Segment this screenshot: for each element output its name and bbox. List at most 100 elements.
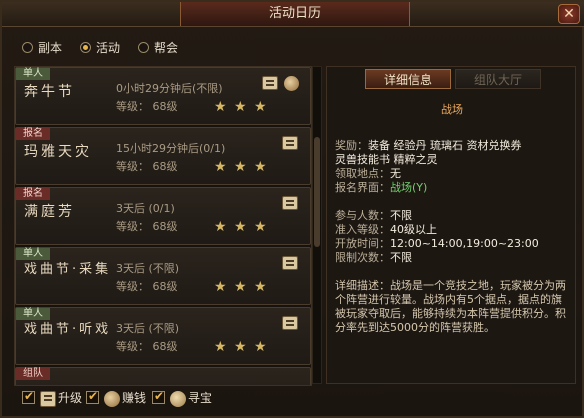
- activity-name: 玛雅天灾: [24, 144, 92, 160]
- checkbox-label: 升级: [58, 391, 83, 405]
- upgrade-icon: [282, 256, 298, 270]
- star-icon: ★: [234, 339, 247, 355]
- activity-item[interactable]: 单人 戏曲节·采集 3天后 (不限) 等级： 68级 ★ ★ ★: [15, 247, 311, 305]
- activity-name: 戏曲节·听戏: [24, 322, 112, 337]
- activity-item[interactable]: 报名 玛雅天灾 15小时29分钟后(0/1) 等级： 68级 ★ ★ ★: [15, 127, 311, 185]
- star-icon: ★: [254, 219, 267, 235]
- limit-label: 限制次数：: [335, 251, 390, 264]
- star-icon: ★: [214, 339, 227, 355]
- level-req-row: 准入等级：40级以上: [335, 223, 437, 236]
- rewards-value: 装备 经验丹 琉璃石 资材兑换券: [368, 139, 522, 152]
- upgrade-icon: [282, 196, 298, 210]
- rewards-row-2: 灵兽技能书 精粹之灵: [335, 153, 438, 166]
- radio-label: 活动: [96, 41, 121, 55]
- limit-row: 限制次数：不限: [335, 251, 412, 264]
- difficulty-stars: ★ ★ ★: [214, 216, 274, 234]
- detail-title: 战场: [441, 103, 463, 116]
- activity-list: 单人 奔牛节 0小时29分钟后(不限) 等级： 68级 ★ ★ ★ 报名 玛雅天灾 …: [14, 66, 312, 386]
- window-title: 活动日历: [180, 2, 410, 26]
- activity-time: 15小时29分钟后(0/1): [116, 142, 226, 155]
- star-icon: ★: [254, 99, 267, 115]
- level-label: 准入等级：: [335, 223, 390, 236]
- location-row: 领取地点：无: [335, 167, 401, 180]
- star-icon: ★: [254, 159, 267, 175]
- list-scrollbar[interactable]: [312, 66, 322, 384]
- activity-tag: 报名: [16, 128, 50, 140]
- treasure-icon: [170, 391, 186, 407]
- money-bag-icon: [284, 76, 299, 91]
- activity-calendar-window: 活动日历 ✕ 副本 活动 帮会 单人 奔牛节 0小时29分钟后(不限) 等级： …: [0, 0, 584, 418]
- radio-dot: [80, 42, 91, 53]
- participants-label: 参与人数：: [335, 209, 390, 222]
- activity-item[interactable]: 组队: [15, 367, 311, 385]
- radio-dot: [138, 42, 149, 53]
- radio-dot: [22, 42, 33, 53]
- activity-tag: 组队: [16, 368, 50, 380]
- activity-item[interactable]: 报名 满庭芳 3天后 (0/1) 等级： 68级 ★ ★ ★: [15, 187, 311, 245]
- radio-label: 副本: [38, 41, 63, 55]
- rewards-value-2: 灵兽技能书 精粹之灵: [335, 153, 438, 166]
- signup-row: 报名界面：战场(Y): [335, 181, 427, 194]
- activity-level: 等级： 68级: [116, 280, 178, 293]
- activity-name: 满庭芳: [24, 204, 75, 220]
- star-icon: ★: [234, 279, 247, 295]
- open-time-value: 12:00~14:00,19:00~23:00: [390, 237, 539, 250]
- description-block: 详细描述：战场是一个竞技之地，玩家被分为两个阵营进行较量。战场内有5个据点，据点…: [335, 279, 571, 335]
- activity-item[interactable]: 单人 戏曲节·听戏 3天后 (不限) 等级： 68级 ★ ★ ★: [15, 307, 311, 365]
- detail-panel: 详细信息 组队大厅 战场 奖励：装备 经验丹 琉璃石 资材兑换券 灵兽技能书 精…: [326, 66, 576, 384]
- location-value: 无: [390, 167, 401, 180]
- checkbox-box: [152, 389, 165, 404]
- radio-label: 帮会: [154, 41, 179, 55]
- checkbox-box: [86, 389, 99, 404]
- activity-item[interactable]: 单人 奔牛节 0小时29分钟后(不限) 等级： 68级 ★ ★ ★: [15, 67, 311, 125]
- scroll-thumb[interactable]: [314, 137, 320, 247]
- star-icon: ★: [214, 219, 227, 235]
- difficulty-stars: ★ ★ ★: [214, 96, 274, 114]
- location-label: 领取地点：: [335, 167, 390, 180]
- checkbox-label: 赚钱: [122, 391, 147, 405]
- activity-time: 3天后 (0/1): [116, 202, 175, 215]
- difficulty-stars: ★ ★ ★: [214, 276, 274, 294]
- close-button[interactable]: ✕: [558, 4, 580, 24]
- activity-time: 3天后 (不限): [116, 322, 180, 335]
- upgrade-icon: [40, 391, 56, 407]
- activity-tag: 单人: [16, 308, 50, 320]
- upgrade-icon: [262, 76, 278, 90]
- difficulty-stars: ★ ★ ★: [214, 156, 274, 174]
- participants-row: 参与人数：不限: [335, 209, 412, 222]
- activity-level: 等级： 68级: [116, 160, 178, 173]
- star-icon: ★: [214, 159, 227, 175]
- rewards-row: 奖励：装备 经验丹 琉璃石 资材兑换券: [335, 139, 522, 152]
- star-icon: ★: [254, 279, 267, 295]
- difficulty-stars: ★ ★ ★: [214, 336, 274, 354]
- checkbox-label: 寻宝: [188, 391, 213, 405]
- star-icon: ★: [214, 99, 227, 115]
- title-bar: 活动日历 ✕: [2, 2, 584, 27]
- star-icon: ★: [234, 99, 247, 115]
- checkbox-box: [22, 389, 35, 404]
- upgrade-icon: [282, 136, 298, 150]
- activity-name: 戏曲节·采集: [24, 262, 112, 277]
- star-icon: ★: [234, 159, 247, 175]
- money-bag-icon: [104, 391, 120, 407]
- activity-tag: 单人: [16, 248, 50, 260]
- activity-level: 等级： 68级: [116, 340, 178, 353]
- star-icon: ★: [234, 219, 247, 235]
- tab-details[interactable]: 详细信息: [365, 69, 451, 89]
- star-icon: ★: [254, 339, 267, 355]
- open-time-row: 开放时间：12:00~14:00,19:00~23:00: [335, 237, 539, 250]
- activity-name: 奔牛节: [24, 84, 75, 100]
- activity-tag: 单人: [16, 68, 50, 80]
- rewards-label: 奖励：: [335, 139, 368, 152]
- star-icon: ★: [214, 279, 227, 295]
- tab-team-hall[interactable]: 组队大厅: [455, 69, 541, 89]
- upgrade-icon: [282, 316, 298, 330]
- activity-time: 0小时29分钟后(不限): [116, 82, 223, 95]
- participants-value: 不限: [390, 209, 412, 222]
- activity-time: 3天后 (不限): [116, 262, 180, 275]
- activity-level: 等级： 68级: [116, 100, 178, 113]
- description-label: 详细描述：: [335, 279, 390, 292]
- signup-link[interactable]: 战场(Y): [390, 181, 427, 194]
- limit-value: 不限: [390, 251, 412, 264]
- open-time-label: 开放时间：: [335, 237, 390, 250]
